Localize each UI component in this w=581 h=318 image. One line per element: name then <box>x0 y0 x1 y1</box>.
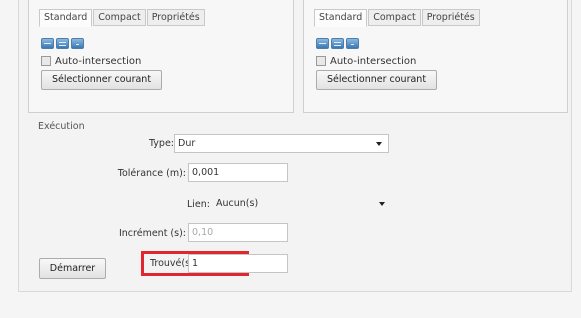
right-selection-panel: Standard Compact Propriétés Auto-interse… <box>303 0 568 113</box>
left-tab-properties[interactable]: Propriétés <box>146 9 205 26</box>
start-button[interactable]: Démarrer <box>39 258 106 279</box>
left-selection-panel: Standard Compact Propriétés Auto-interse… <box>28 0 294 113</box>
left-tab-bar: Standard Compact Propriétés <box>39 9 206 27</box>
left-select-current-button[interactable]: Sélectionner courant <box>41 70 162 90</box>
right-auto-intersection-checkbox[interactable] <box>316 56 326 66</box>
details-view-icon[interactable] <box>71 38 84 49</box>
chevron-down-icon <box>379 202 385 206</box>
chevron-down-icon <box>376 142 382 146</box>
tolerance-input[interactable]: 0,001 <box>188 163 288 182</box>
type-value: Dur <box>178 138 196 149</box>
details-view-icon[interactable] <box>346 38 359 49</box>
type-dropdown[interactable]: Dur <box>174 134 389 153</box>
execution-legend: Exécution <box>38 121 85 132</box>
right-tab-bar: Standard Compact Propriétés <box>314 9 481 27</box>
lien-label: Lien: <box>187 199 210 210</box>
right-auto-intersection-label: Auto-intersection <box>330 55 417 67</box>
right-select-current-button[interactable]: Sélectionner courant <box>316 70 437 90</box>
left-tab-compact[interactable]: Compact <box>93 9 146 26</box>
grid-view-icon[interactable] <box>41 38 54 49</box>
left-tab-standard[interactable]: Standard <box>39 9 93 27</box>
left-auto-intersection-checkbox[interactable] <box>41 56 51 66</box>
right-tab-properties[interactable]: Propriétés <box>421 9 480 26</box>
right-auto-intersection-row[interactable]: Auto-intersection <box>316 55 416 67</box>
found-output: 1 <box>188 254 288 273</box>
increment-label: Incrément (s): <box>118 228 186 239</box>
list-view-icon[interactable] <box>56 38 69 49</box>
lien-dropdown[interactable]: Aucun(s) <box>212 194 392 213</box>
right-tab-standard[interactable]: Standard <box>314 9 368 27</box>
tolerance-label: Tolérance (m): <box>117 168 186 179</box>
increment-input[interactable]: 0,10 <box>188 223 288 242</box>
grid-view-icon[interactable] <box>316 38 329 49</box>
left-view-icons <box>41 38 84 49</box>
left-auto-intersection-label: Auto-intersection <box>55 55 142 67</box>
left-auto-intersection-row[interactable]: Auto-intersection <box>41 55 141 67</box>
type-label: Type: <box>148 138 174 149</box>
found-label: Trouvé(s): <box>150 258 197 269</box>
right-view-icons <box>316 38 359 49</box>
lien-value: Aucun(s) <box>216 198 259 209</box>
right-tab-compact[interactable]: Compact <box>368 9 421 26</box>
list-view-icon[interactable] <box>331 38 344 49</box>
